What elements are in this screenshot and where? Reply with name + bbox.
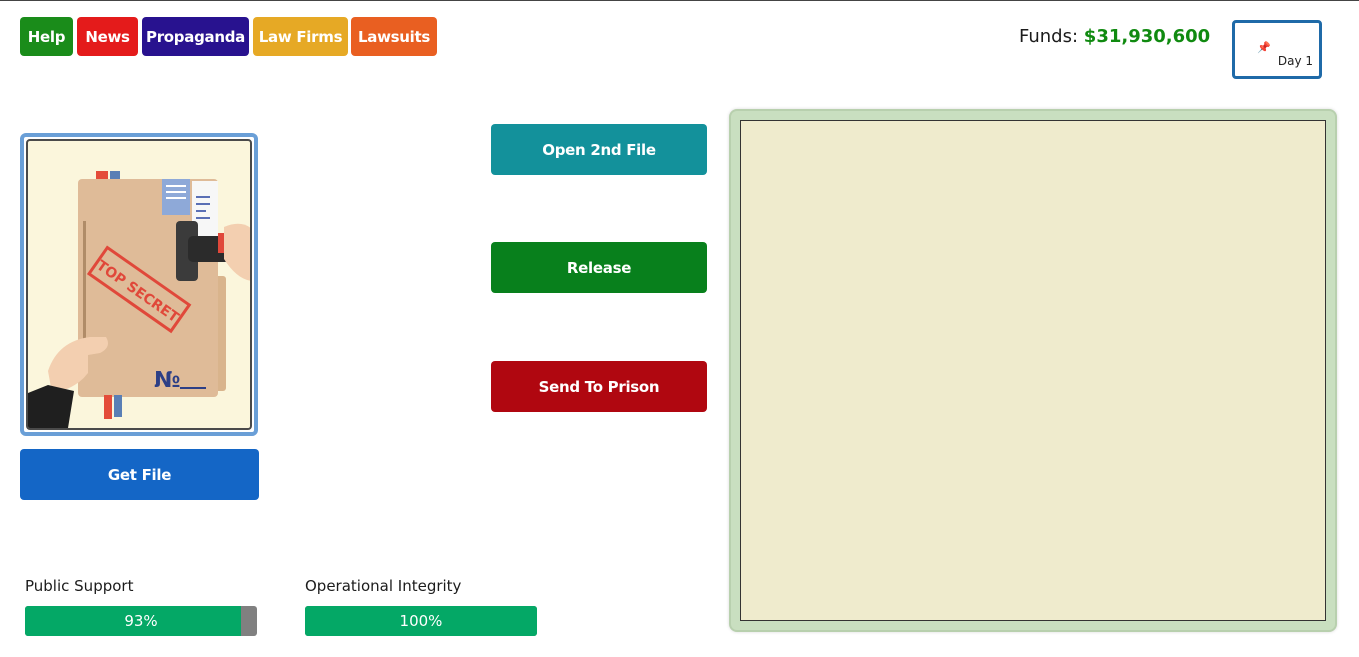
day-label: Day 1	[1277, 54, 1313, 68]
help-button[interactable]: Help	[20, 17, 73, 56]
get-file-button[interactable]: Get File	[20, 449, 259, 500]
news-button[interactable]: News	[77, 17, 138, 56]
release-button[interactable]: Release	[491, 242, 707, 293]
public-support-value: 93%	[124, 612, 158, 630]
public-support-bar: 93%	[25, 606, 257, 636]
funds-display: Funds: $31,930,600	[1019, 26, 1210, 47]
file-illustration: TOP SECRET №	[26, 139, 252, 430]
document-paper	[740, 120, 1326, 621]
public-support-label: Public Support	[25, 577, 134, 595]
lawsuits-button[interactable]: Lawsuits	[351, 17, 437, 56]
pin-icon: 📌	[1257, 41, 1271, 54]
law-firms-button[interactable]: Law Firms	[253, 17, 348, 56]
document-viewer	[729, 109, 1337, 632]
propaganda-button[interactable]: Propaganda	[142, 17, 249, 56]
operational-integrity-bar: 100%	[305, 606, 537, 636]
funds-amount: $31,930,600	[1083, 26, 1211, 47]
funds-label: Funds:	[1019, 26, 1079, 47]
day-indicator[interactable]: 📌 Day 1	[1232, 20, 1322, 79]
send-to-prison-button[interactable]: Send To Prison	[491, 361, 707, 412]
operational-integrity-label: Operational Integrity	[305, 577, 462, 595]
operational-integrity-value: 100%	[399, 612, 443, 630]
file-card[interactable]: TOP SECRET №	[20, 133, 258, 436]
open-2nd-file-button[interactable]: Open 2nd File	[491, 124, 707, 175]
top-secret-folder-icon: TOP SECRET №	[28, 171, 250, 428]
number-mark: №	[154, 368, 180, 393]
